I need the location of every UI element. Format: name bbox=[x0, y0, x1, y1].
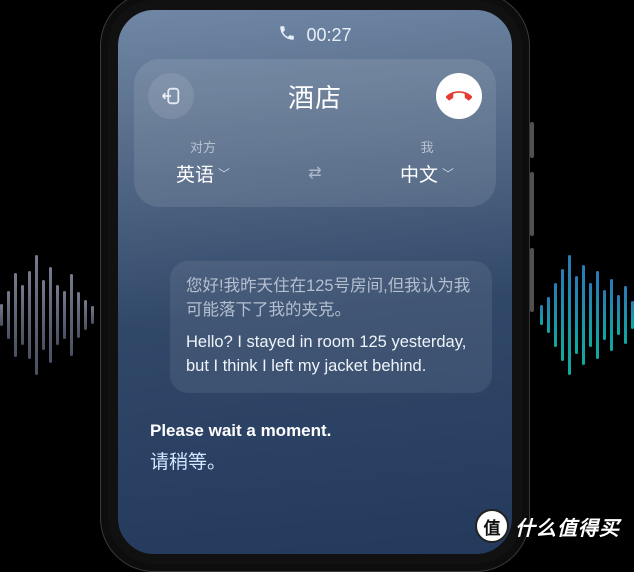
chevron-down-icon: ﹀ bbox=[218, 165, 230, 182]
phone-frame: 00:27 酒店 对方 bbox=[100, 0, 530, 572]
outgoing-original: Please wait a moment. bbox=[150, 421, 492, 441]
watermark-text: 什么值得买 bbox=[515, 512, 620, 541]
phone-icon bbox=[278, 24, 296, 47]
watermark-badge: 值 bbox=[475, 509, 509, 543]
other-language-label: 对方 bbox=[176, 137, 230, 156]
swap-languages-button[interactable]: ⇄ bbox=[308, 163, 321, 187]
volume-down-button[interactable] bbox=[530, 172, 534, 236]
outgoing-translated: 请稍等。 bbox=[150, 447, 492, 474]
other-language-value: 英语 bbox=[176, 160, 214, 187]
outgoing-message: Please wait a moment. 请稍等。 bbox=[150, 421, 492, 474]
watermark: 值 什么值得买 bbox=[475, 509, 620, 543]
incoming-translated: Hello? I stayed in room 125 yesterday, b… bbox=[186, 331, 476, 379]
chevron-down-icon: ﹀ bbox=[442, 165, 454, 182]
hangup-icon bbox=[446, 83, 472, 109]
other-language-selector[interactable]: 对方 英语 ﹀ bbox=[176, 137, 230, 187]
call-title: 酒店 bbox=[288, 78, 342, 115]
incoming-message: 您好!我昨天住在125号房间,但我认为我可能落下了我的夹克。 Hello? I … bbox=[170, 261, 492, 393]
hangup-button[interactable] bbox=[436, 73, 482, 119]
power-button[interactable] bbox=[530, 248, 534, 312]
collapse-button[interactable] bbox=[148, 73, 194, 119]
volume-up-button[interactable] bbox=[530, 122, 534, 158]
call-status-bar: 00:27 bbox=[118, 10, 512, 55]
my-language-value: 中文 bbox=[400, 160, 438, 187]
incoming-original: 您好!我昨天住在125号房间,但我认为我可能落下了我的夹克。 bbox=[186, 275, 476, 323]
exit-icon bbox=[160, 85, 182, 107]
my-language-selector[interactable]: 我 中文 ﹀ bbox=[400, 137, 454, 187]
call-duration: 00:27 bbox=[306, 25, 351, 46]
my-language-label: 我 bbox=[400, 137, 454, 156]
translation-card: 酒店 对方 英语 ﹀ ⇄ 我 bbox=[134, 59, 496, 207]
